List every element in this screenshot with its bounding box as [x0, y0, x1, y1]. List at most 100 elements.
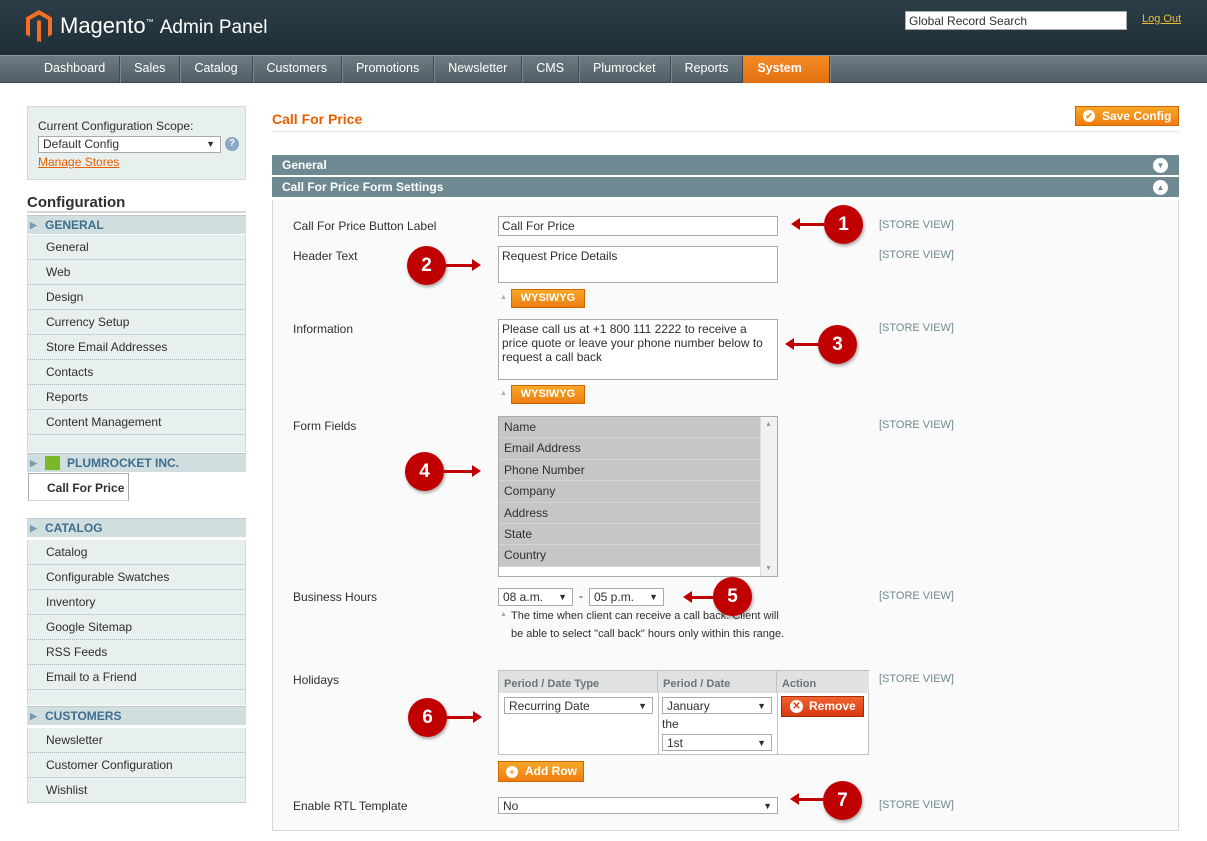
- sidebar-item-reports[interactable]: Reports: [28, 385, 245, 410]
- annotation-marker-3: 3: [818, 325, 857, 364]
- month-select[interactable]: January ▼: [662, 697, 772, 714]
- sidebar-item-contacts[interactable]: Contacts: [28, 360, 245, 385]
- date-type-select[interactable]: Recurring Date ▼: [504, 697, 653, 714]
- form-field-option[interactable]: State: [499, 523, 760, 546]
- information-textarea[interactable]: Please call us at +1 800 111 2222 to rec…: [498, 319, 778, 380]
- global-search-input[interactable]: [905, 11, 1127, 30]
- sidebar-section-customers[interactable]: ▶ CUSTOMERS: [27, 706, 246, 725]
- sidebar-item-customer-configuration[interactable]: Customer Configuration: [28, 753, 245, 778]
- sidebar-item-wishlist[interactable]: Wishlist: [28, 778, 245, 803]
- remove-button[interactable]: ✕ Remove: [781, 696, 864, 717]
- month-value: January: [667, 699, 710, 713]
- hours-to-select[interactable]: 05 p.m. ▼: [589, 588, 664, 606]
- annotation-arrow: [790, 793, 824, 805]
- help-icon[interactable]: ?: [225, 137, 239, 151]
- sidebar-item-general[interactable]: General: [28, 235, 245, 260]
- sidebar-item-design[interactable]: Design: [28, 285, 245, 310]
- nav-cms[interactable]: CMS: [522, 56, 580, 83]
- form-field-option[interactable]: Name: [499, 417, 760, 439]
- chevron-down-icon: ▼: [763, 801, 772, 811]
- col-action: Action: [777, 671, 869, 693]
- wysiwyg-button-information[interactable]: WYSIWYG: [511, 385, 585, 404]
- nav-sales[interactable]: Sales: [120, 56, 181, 83]
- admin-header: Magento™ Admin Panel Log Out: [0, 0, 1207, 55]
- annotation-arrow: [683, 591, 714, 603]
- nav-reports[interactable]: Reports: [671, 56, 744, 83]
- nav-customers[interactable]: Customers: [253, 56, 342, 83]
- nav-newsletter[interactable]: Newsletter: [434, 56, 523, 83]
- date-type-value: Recurring Date: [509, 699, 590, 713]
- collapse-icon[interactable]: ▲: [1153, 180, 1168, 195]
- scroll-down-icon[interactable]: ▼: [765, 565, 772, 572]
- sidebar-section-plumrocket[interactable]: ▶ PLUMROCKET INC.: [27, 453, 246, 472]
- annotation-arrow: [785, 338, 818, 350]
- form-field-option[interactable]: Email Address: [499, 438, 760, 460]
- form-field-option[interactable]: Address: [499, 502, 760, 524]
- sidebar-item-content-management[interactable]: Content Management: [28, 410, 245, 435]
- sidebar-section-catalog[interactable]: ▶ CATALOG: [27, 518, 246, 537]
- form-field-option[interactable]: Country: [499, 545, 760, 567]
- manage-stores-link[interactable]: Manage Stores: [38, 155, 119, 169]
- rtl-template-label: Enable RTL Template: [293, 799, 408, 813]
- sidebar-item-currency-setup[interactable]: Currency Setup: [28, 310, 245, 335]
- store-view-tag: [STORE VIEW]: [879, 322, 954, 334]
- triangle-up-icon: ▲: [500, 611, 507, 618]
- scope-select-value: Default Config: [43, 137, 120, 151]
- nav-system[interactable]: System: [743, 56, 830, 83]
- annotation-arrow: [444, 465, 481, 477]
- store-view-tag: [STORE VIEW]: [879, 249, 954, 261]
- hours-from-value: 08 a.m.: [503, 590, 544, 604]
- sidebar-section-general[interactable]: ▶ GENERAL: [27, 215, 246, 234]
- nav-promotions[interactable]: Promotions: [342, 56, 435, 83]
- section-general-header[interactable]: General ▼: [272, 155, 1179, 176]
- header-text-textarea[interactable]: Request Price Details: [498, 246, 778, 283]
- business-hours-note: The time when client can receive a call …: [511, 610, 785, 640]
- magento-logo-icon: [26, 10, 52, 42]
- scope-select[interactable]: Default Config ▼: [38, 136, 221, 153]
- logout-link[interactable]: Log Out: [1142, 13, 1181, 25]
- sidebar-item-rss-feeds[interactable]: RSS Feeds: [28, 640, 245, 665]
- section-form-settings-header[interactable]: Call For Price Form Settings ▲: [272, 177, 1179, 198]
- sidebar-item-google-sitemap[interactable]: Google Sitemap: [28, 615, 245, 640]
- col-date-type: Period / Date Type: [499, 671, 658, 693]
- nav-catalog[interactable]: Catalog: [180, 56, 253, 83]
- plus-icon: +: [506, 766, 518, 778]
- annotation-marker-6: 6: [408, 698, 447, 737]
- store-view-tag: [STORE VIEW]: [879, 219, 954, 231]
- sidebar-item-catalog[interactable]: Catalog: [28, 540, 245, 565]
- expand-icon[interactable]: ▼: [1153, 158, 1168, 173]
- sidebar-item-web[interactable]: Web: [28, 260, 245, 285]
- day-select[interactable]: 1st ▼: [662, 734, 772, 751]
- rtl-template-select[interactable]: No ▼: [498, 797, 778, 814]
- triangle-up-icon: ▲: [500, 294, 507, 301]
- sidebar-item-inventory[interactable]: Inventory: [28, 590, 245, 615]
- triangle-right-icon: ▶: [30, 711, 37, 721]
- annotation-marker-7: 7: [823, 781, 862, 820]
- scope-switcher: Current Configuration Scope: Default Con…: [27, 106, 246, 180]
- nav-dashboard[interactable]: Dashboard: [30, 56, 121, 83]
- form-fields-label: Form Fields: [293, 419, 357, 433]
- nav-plumrocket[interactable]: Plumrocket: [579, 56, 671, 83]
- annotation-marker-5: 5: [713, 577, 752, 616]
- form-field-option[interactable]: Phone Number: [499, 459, 760, 482]
- sidebar-item-newsletter[interactable]: Newsletter: [28, 728, 245, 753]
- annotation-arrow: [446, 259, 481, 271]
- button-label-input[interactable]: Call For Price: [498, 216, 778, 236]
- sidebar-item-email-friend[interactable]: Email to a Friend: [28, 665, 245, 690]
- form-fields-multiselect[interactable]: Name Email Address Phone Number Company …: [498, 416, 778, 577]
- header-text-label: Header Text: [293, 249, 358, 263]
- plumrocket-logo-icon: [45, 456, 60, 470]
- form-field-option[interactable]: Company: [499, 481, 760, 503]
- add-row-button[interactable]: + Add Row: [498, 761, 584, 782]
- scrollbar[interactable]: ▲ ▼: [760, 417, 777, 576]
- sidebar-item-store-email[interactable]: Store Email Addresses: [28, 335, 245, 360]
- wysiwyg-button-header[interactable]: WYSIWYG: [511, 289, 585, 308]
- scroll-up-icon[interactable]: ▲: [765, 421, 772, 428]
- the-text: the: [662, 717, 679, 731]
- sidebar-item-call-for-price[interactable]: Call For Price: [28, 473, 130, 501]
- save-config-button[interactable]: ✔ Save Config: [1075, 106, 1179, 126]
- business-hours-label: Business Hours: [293, 590, 378, 604]
- sidebar-item-configurable-swatches[interactable]: Configurable Swatches: [28, 565, 245, 590]
- hours-from-select[interactable]: 08 a.m. ▼: [498, 588, 573, 606]
- customers-section-list: Newsletter Customer Configuration Wishli…: [27, 728, 246, 803]
